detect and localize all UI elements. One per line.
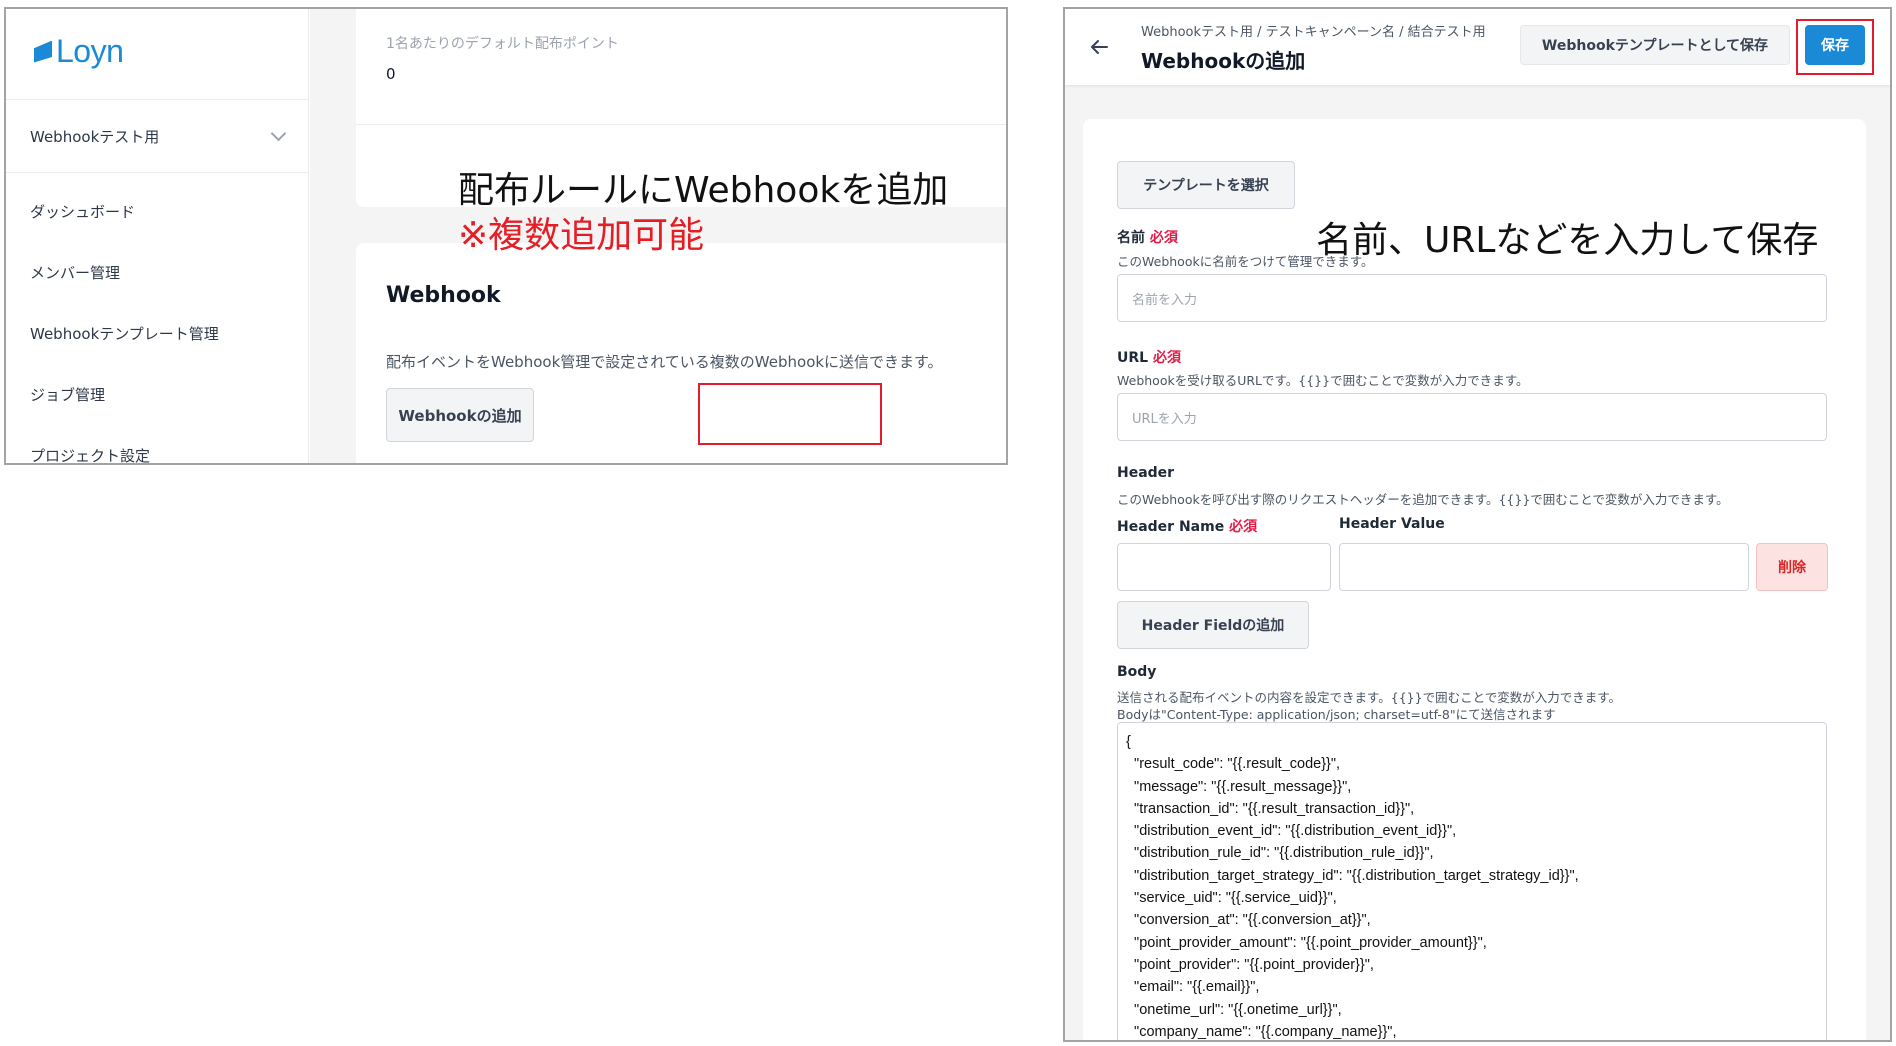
header-value-label: Header Value bbox=[1339, 516, 1445, 532]
body-code-line: "distribution_rule_id": "{{.distribution… bbox=[1126, 845, 1434, 862]
required-tag: 必須 bbox=[1149, 230, 1178, 246]
body-code-line: "point_provider": "{{.point_provider}}", bbox=[1126, 956, 1374, 973]
body-code-line: "company_name": "{{.company_name}}", bbox=[1126, 1023, 1397, 1040]
url-label-row: URL 必須 bbox=[1117, 347, 1181, 367]
header-value-input[interactable] bbox=[1339, 543, 1749, 591]
sidebar-item-project-settings[interactable]: プロジェクト設定 bbox=[6, 425, 308, 463]
header-name-label: Header Name bbox=[1117, 519, 1225, 535]
left-screenshot: Loyn Webhookテスト用 ダッシュボード メンバー管理 Webhookテ… bbox=[4, 7, 1008, 465]
webhook-description: 配布イベントをWebhook管理で設定されている複数のWebhookに送信できま… bbox=[386, 353, 943, 371]
body-code-line: "transaction_id": "{{.result_transaction… bbox=[1126, 800, 1415, 817]
header-name-label-row: Header Name 必須 bbox=[1117, 516, 1257, 536]
body-help-2: Bodyは"Content-Type: application/json; ch… bbox=[1117, 707, 1556, 722]
logo[interactable]: Loyn bbox=[34, 33, 124, 70]
right-screenshot: Webhookテスト用 / テストキャンペーン名 / 結合テスト用 Webhoo… bbox=[1063, 7, 1892, 1042]
delete-header-button[interactable]: 削除 bbox=[1756, 543, 1828, 591]
header-name-input[interactable] bbox=[1117, 543, 1331, 591]
webhook-card: Webhook 配布イベントをWebhook管理で設定されている複数のWebho… bbox=[356, 243, 1006, 463]
divider bbox=[356, 124, 1006, 125]
url-help: Webhookを受け取るURLです。{{}}で囲むことで変数が入力できます。 bbox=[1117, 373, 1529, 388]
body-textarea[interactable]: { "result_code": "{{.result_code}}", "me… bbox=[1117, 722, 1827, 1040]
body-code-line: "point_provider_amount": "{{.point_provi… bbox=[1126, 934, 1487, 951]
required-tag: 必須 bbox=[1229, 519, 1258, 535]
add-header-field-button[interactable]: Header Fieldの追加 bbox=[1117, 601, 1309, 649]
webhook-heading: Webhook bbox=[386, 283, 501, 308]
default-points-value: 0 bbox=[386, 65, 396, 83]
add-webhook-button[interactable]: Webhookの追加 bbox=[386, 388, 534, 442]
header-help: このWebhookを呼び出す際のリクエストヘッダーを追加できます。{{}}で囲む… bbox=[1117, 492, 1729, 507]
webhook-form: テンプレートを選択 名前 必須 このWebhookに名前をつけて管理できます。 … bbox=[1083, 119, 1866, 1040]
header-label: Header bbox=[1117, 465, 1175, 481]
name-label: 名前 bbox=[1117, 230, 1145, 246]
sidebar-item-members[interactable]: メンバー管理 bbox=[6, 242, 308, 303]
annotation-text: 名前、URLなどを入力して保存 bbox=[1316, 220, 1819, 261]
chevron-down-icon bbox=[270, 125, 287, 141]
sidebar-nav: ダッシュボード メンバー管理 Webhookテンプレート管理 ジョブ管理 プロジ… bbox=[6, 181, 308, 463]
sidebar: Loyn Webhookテスト用 ダッシュボード メンバー管理 Webhookテ… bbox=[6, 9, 309, 463]
project-name: Webhookテスト用 bbox=[30, 127, 160, 146]
save-as-template-button[interactable]: Webhookテンプレートとして保存 bbox=[1520, 25, 1790, 65]
sidebar-item-dashboard[interactable]: ダッシュボード bbox=[6, 181, 308, 242]
default-points-label: 1名あたりのデフォルト配布ポイント bbox=[386, 36, 619, 52]
select-template-button[interactable]: テンプレートを選択 bbox=[1117, 161, 1295, 209]
highlight-box bbox=[1796, 19, 1874, 75]
body-code-line: "distribution_event_id": "{{.distributio… bbox=[1126, 823, 1457, 840]
logo-text: Loyn bbox=[56, 33, 124, 69]
annotation-note: ※複数追加可能 bbox=[458, 215, 705, 256]
body-code-line: "result_code": "{{.result_code}}", bbox=[1126, 756, 1341, 773]
name-input[interactable]: 名前を入力 bbox=[1117, 274, 1827, 322]
url-input[interactable]: URLを入力 bbox=[1117, 393, 1827, 441]
body-code-line: "message": "{{.result_message}}", bbox=[1126, 778, 1352, 795]
body-code-line: "distribution_target_strategy_id": "{{.d… bbox=[1126, 867, 1579, 884]
body-code-line: "onetime_url": "{{.onetime_url}}", bbox=[1126, 1001, 1342, 1018]
project-selector[interactable]: Webhookテスト用 bbox=[6, 99, 308, 173]
annotation-text: 配布ルールにWebhookを追加 bbox=[458, 170, 949, 211]
body-code-line: { bbox=[1126, 734, 1131, 750]
highlight-box bbox=[698, 383, 882, 445]
arrow-left-icon[interactable] bbox=[1089, 37, 1109, 57]
body-code-line: "email": "{{.email}}", bbox=[1126, 979, 1260, 996]
page-title: Webhookの追加 bbox=[1141, 49, 1306, 73]
loyn-logo-mark-icon bbox=[34, 40, 52, 63]
sidebar-item-jobs[interactable]: ジョブ管理 bbox=[6, 364, 308, 425]
url-label: URL bbox=[1117, 350, 1149, 366]
body-code-line: "service_uid": "{{.service_uid}}", bbox=[1126, 890, 1337, 907]
body-code-line: "conversion_at": "{{.conversion_at}}", bbox=[1126, 912, 1371, 929]
required-tag: 必須 bbox=[1152, 350, 1181, 366]
breadcrumb[interactable]: Webhookテスト用 / テストキャンペーン名 / 結合テスト用 bbox=[1141, 21, 1486, 40]
name-label-row: 名前 必須 bbox=[1117, 227, 1178, 247]
sidebar-item-webhook-templates[interactable]: Webhookテンプレート管理 bbox=[6, 303, 308, 364]
page-header: Webhookテスト用 / テストキャンペーン名 / 結合テスト用 Webhoo… bbox=[1065, 9, 1890, 85]
body-label: Body bbox=[1117, 664, 1157, 680]
